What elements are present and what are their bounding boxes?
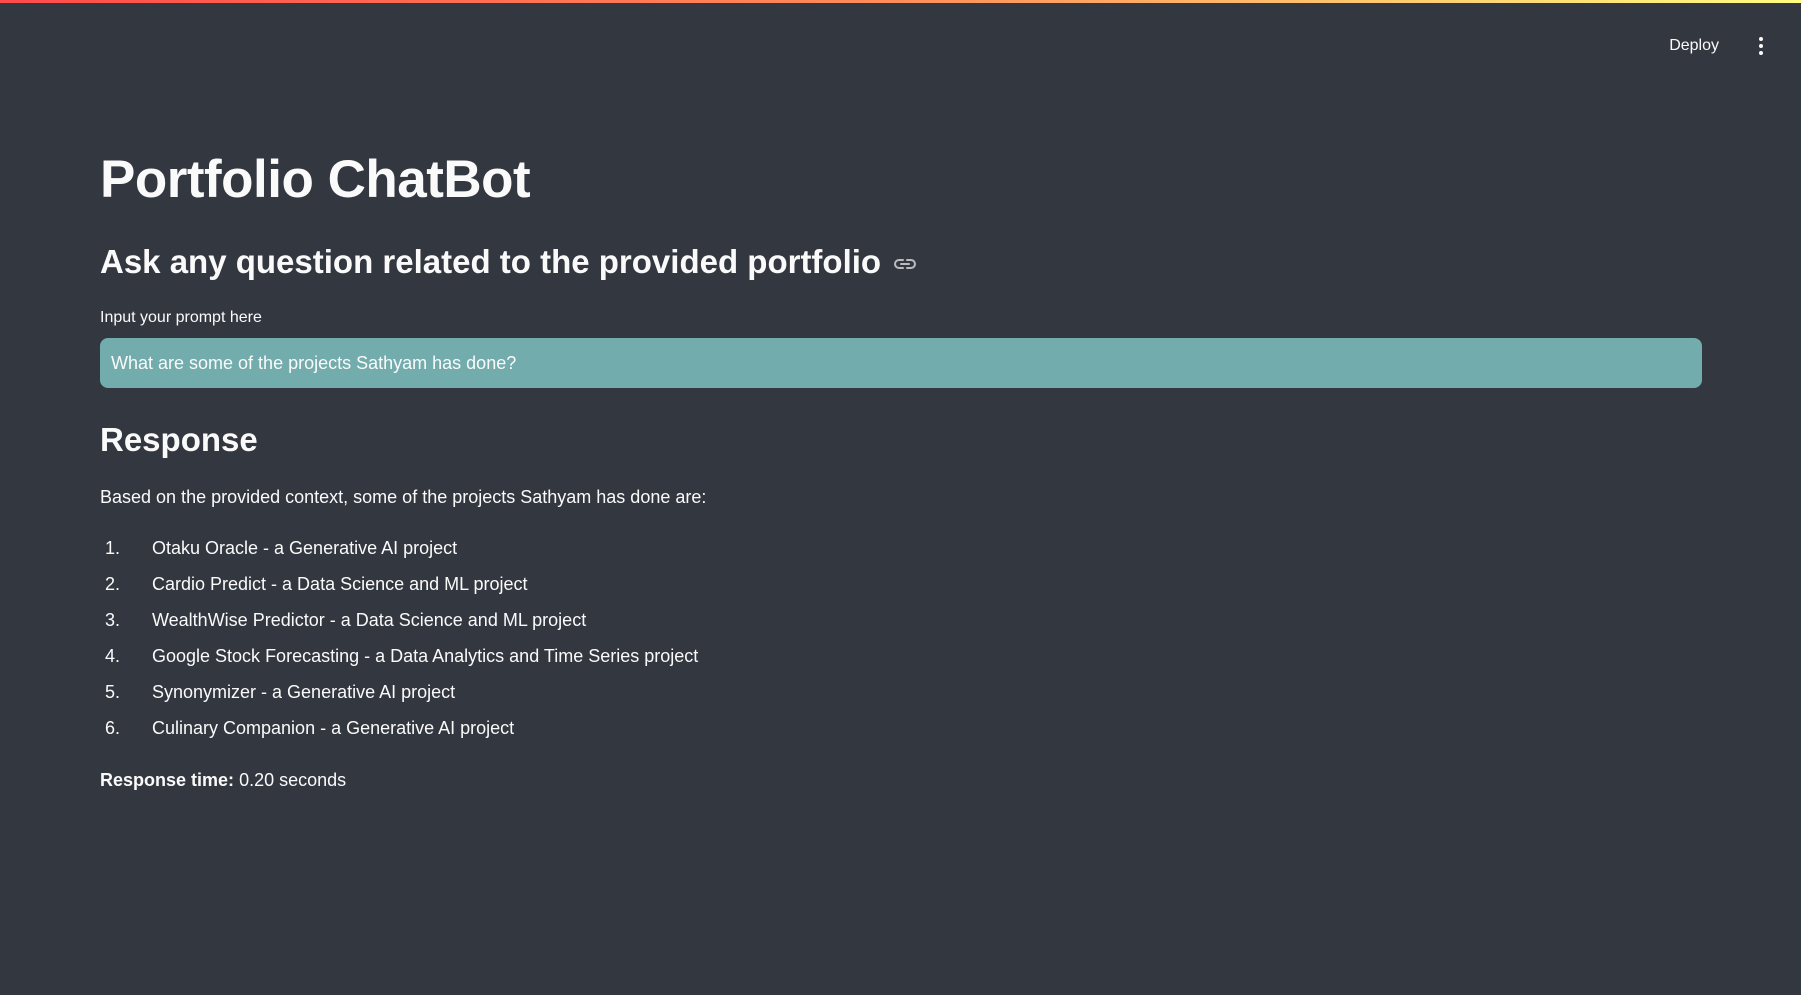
app-header: Deploy xyxy=(1655,24,1801,68)
subtitle-row: Ask any question related to the provided… xyxy=(100,240,917,284)
list-item-text: Synonymizer - a Generative AI project xyxy=(152,682,456,702)
list-item: 2. Cardio Predict - a Data Science and M… xyxy=(100,570,698,606)
list-item: 6. Culinary Companion - a Generative AI … xyxy=(100,714,698,750)
page-title: Portfolio ChatBot xyxy=(100,150,531,209)
list-item-text: Cardio Predict - a Data Science and ML p… xyxy=(152,574,528,594)
list-item-text: Otaku Oracle - a Generative AI project xyxy=(152,538,458,558)
link-icon[interactable] xyxy=(893,256,917,272)
list-item-text: Culinary Companion - a Generative AI pro… xyxy=(152,718,515,738)
response-heading: Response xyxy=(100,421,258,458)
list-item: 3. WealthWise Predictor - a Data Science… xyxy=(100,606,698,642)
project-list: 1. Otaku Oracle - a Generative AI projec… xyxy=(100,534,698,750)
list-item-number: 3. xyxy=(104,610,120,630)
response-time: Response time: 0.20 seconds xyxy=(100,766,346,794)
deploy-button[interactable]: Deploy xyxy=(1655,29,1733,63)
list-item-number: 6. xyxy=(104,718,120,738)
top-decoration-bar xyxy=(0,0,1801,3)
response-intro: Based on the provided context, some of t… xyxy=(100,487,707,507)
menu-dot xyxy=(1759,51,1763,55)
menu-dot xyxy=(1759,37,1763,41)
list-item-number: 2. xyxy=(104,574,120,594)
list-item-text: Google Stock Forecasting - a Data Analyt… xyxy=(152,646,699,666)
list-item: 5. Synonymizer - a Generative AI project xyxy=(100,678,698,714)
prompt-input[interactable] xyxy=(100,338,1702,388)
list-item-text: WealthWise Predictor - a Data Science an… xyxy=(152,610,587,630)
list-item: 4. Google Stock Forecasting - a Data Ana… xyxy=(100,642,698,678)
prompt-input-label: Input your prompt here xyxy=(100,309,262,326)
more-vertical-icon[interactable] xyxy=(1751,24,1771,68)
list-item: 1. Otaku Oracle - a Generative AI projec… xyxy=(100,534,698,570)
menu-dot xyxy=(1759,44,1763,48)
page-subtitle: Ask any question related to the provided… xyxy=(100,243,882,280)
response-time-label: Response time: xyxy=(100,770,235,790)
list-item-number: 4. xyxy=(104,646,120,666)
list-item-number: 5. xyxy=(104,682,120,702)
list-item-number: 1. xyxy=(104,538,120,558)
response-time-value: 0.20 seconds xyxy=(239,770,347,790)
